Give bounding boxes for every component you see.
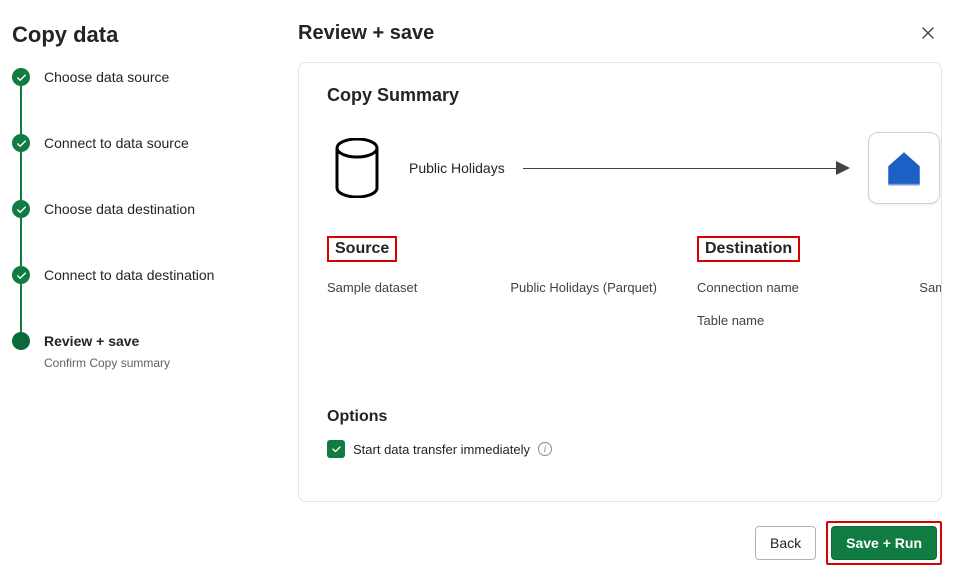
- close-button[interactable]: [914, 19, 942, 47]
- step-choose-data-destination[interactable]: Choose data destination: [12, 200, 280, 266]
- back-button[interactable]: Back: [755, 526, 816, 560]
- step-connect-data-destination[interactable]: Connect to data destination: [12, 266, 280, 332]
- destination-field-row: Table name PublicHolidays: [697, 313, 942, 328]
- options-heading: Options: [327, 408, 942, 426]
- check-icon: [12, 68, 30, 86]
- field-key: Sample dataset: [327, 280, 417, 295]
- step-sublabel: Confirm Copy summary: [44, 354, 170, 372]
- save-run-button[interactable]: Save + Run: [831, 526, 937, 560]
- step-label: Connect to data destination: [44, 266, 214, 284]
- dialog-footer: Back Save + Run: [755, 521, 942, 565]
- start-immediately-label: Start data transfer immediately: [353, 442, 530, 457]
- page-title: Review + save: [298, 22, 434, 45]
- check-icon: [331, 444, 342, 455]
- step-label: Choose data destination: [44, 200, 195, 218]
- wizard-steps: Choose data source Connect to data sourc…: [12, 68, 280, 372]
- step-connect-data-source[interactable]: Connect to data source: [12, 134, 280, 200]
- destination-column: Destination Connection name SampleLakeho…: [697, 236, 942, 328]
- step-label: Review + save: [44, 332, 170, 350]
- wizard-title: Copy data: [12, 22, 280, 48]
- main-panel: Review + save Copy Summary Public Holida…: [280, 0, 960, 579]
- destination-field-row: Connection name SampleLakehouse: [697, 280, 942, 295]
- field-value: SampleLakehouse: [919, 280, 942, 295]
- check-icon: [12, 200, 30, 218]
- wizard-sidebar: Copy data Choose data source Connect to …: [0, 0, 280, 579]
- field-key: Connection name: [697, 280, 799, 295]
- step-review-save[interactable]: Review + save Confirm Copy summary: [12, 332, 280, 372]
- source-heading: Source: [327, 236, 397, 262]
- destination-heading: Destination: [697, 236, 800, 262]
- flow-source-label: Public Holidays: [409, 160, 505, 176]
- source-field-row: Sample dataset Public Holidays (Parquet): [327, 280, 657, 295]
- check-icon: [12, 266, 30, 284]
- database-icon: [327, 130, 387, 206]
- close-icon: [920, 25, 936, 41]
- step-label: Connect to data source: [44, 134, 189, 152]
- summary-flow: Public Holidays Lakehouse: [327, 130, 942, 206]
- start-immediately-checkbox[interactable]: [327, 440, 345, 458]
- field-value: Public Holidays (Parquet): [510, 280, 657, 295]
- arrow-icon: [523, 161, 851, 175]
- current-step-icon: [12, 332, 30, 350]
- source-column: Source Sample dataset Public Holidays (P…: [327, 236, 657, 328]
- summary-card: Copy Summary Public Holidays: [298, 62, 942, 502]
- lakehouse-icon: [868, 132, 940, 204]
- field-key: Table name: [697, 313, 764, 328]
- check-icon: [12, 134, 30, 152]
- info-icon[interactable]: i: [538, 442, 552, 456]
- step-label: Choose data source: [44, 68, 169, 86]
- options-section: Options Start data transfer immediately …: [327, 408, 942, 458]
- summary-title: Copy Summary: [327, 85, 942, 106]
- step-choose-data-source[interactable]: Choose data source: [12, 68, 280, 134]
